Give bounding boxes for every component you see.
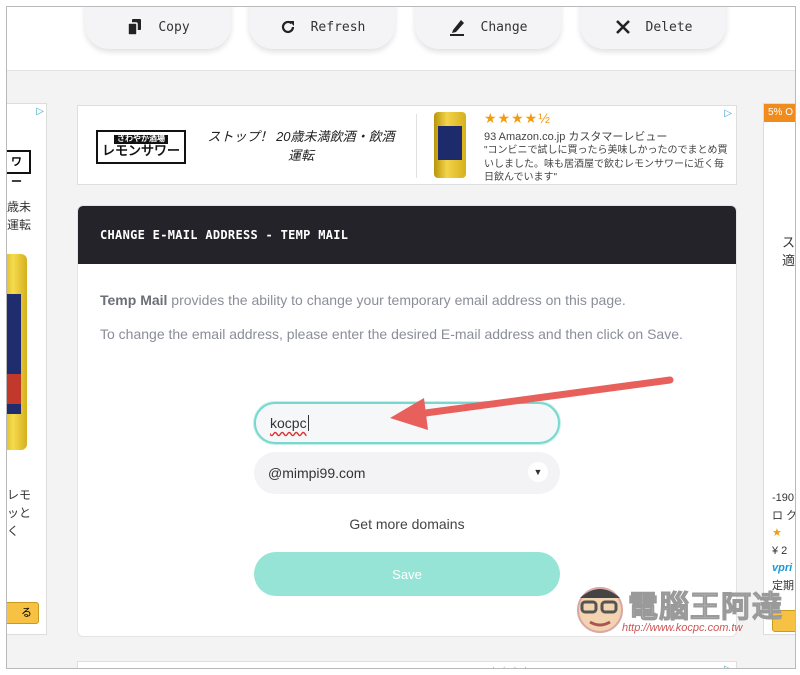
bottom-banner-ad[interactable]: ★★★★ ▷ [77,661,737,668]
adchoices-icon[interactable]: ▷ [724,664,732,668]
copy-icon [126,18,144,36]
change-label: Change [480,19,528,35]
action-toolbar: Copy Refresh Change Delete [7,7,795,71]
pen-icon [449,18,467,36]
side-left-logo: ワー [7,150,31,188]
side-left-can-image [7,254,27,450]
card-body: Temp Mail provides the ability to change… [78,264,736,342]
domain-value: @mimpi99.com [268,465,366,481]
intro-text: Temp Mail provides the ability to change… [100,292,626,308]
side-right-text: ス 適 [782,235,796,269]
side-left-desc: レモ ッと く [7,488,32,538]
adchoices-icon[interactable]: ▷ [36,106,44,117]
refresh-label: Refresh [310,19,366,35]
change-email-card: CHANGE E-MAIL ADDRESS - TEMP MAIL Temp M… [77,205,737,637]
side-left-buy-button[interactable]: る [7,602,39,624]
watermark-title: 電腦王阿達 [628,591,783,625]
bottom-ad-stars: ★★★★ [488,664,531,668]
ad-slogan: ストップ！ 20歳未満飲酒・飲酒運転 [207,129,395,163]
get-more-domains-link[interactable]: Get more domains [254,516,560,532]
ad-product-image [434,112,466,178]
refresh-icon [279,18,297,36]
copy-label: Copy [158,19,190,35]
ad-rating-count: 93 Amazon.co.jp カスタマーレビュー [484,131,668,143]
change-button[interactable]: Change [415,7,561,49]
side-ad-right[interactable]: 5% O ス 適 -190 ロ ク ★ ¥ 2 vpri 定期 [763,103,796,635]
refresh-button[interactable]: Refresh [249,7,395,49]
instruction-text: To change the email address, please ente… [100,326,683,342]
side-ad-left[interactable]: ▷ ワー 歳未 運転 レモ ッと く る [7,103,47,635]
watermark-url: http://www.kocpc.com.tw [622,622,743,634]
browser-frame: Copy Refresh Change Delete ▷ ワー 歳未 運転 レモ… [6,6,796,669]
adchoices-icon[interactable]: ▷ [724,108,732,119]
copy-button[interactable]: Copy [85,7,231,49]
close-icon [614,18,632,36]
username-value: kocpc [270,415,307,431]
mascot-icon [577,587,623,633]
delete-button[interactable]: Delete [580,7,726,49]
ad-brand-logo: さわやか酒場 レモンサワー [96,130,186,164]
chevron-down-icon: ▼ [528,462,548,482]
ad-divider [416,114,417,178]
discount-badge: 5% O [764,104,795,122]
text-cursor [307,415,309,431]
save-button[interactable]: Save [254,552,560,596]
ad-review-text: "コンビニで試しに買ったら美味しかったのでまとめ買いしました。味も居酒屋で飲むレ… [484,145,728,183]
site-watermark: 電腦王阿達 http://www.kocpc.com.tw [570,574,784,640]
username-input[interactable]: kocpc [254,402,560,444]
top-banner-ad[interactable]: さわやか酒場 レモンサワー ストップ！ 20歳未満飲酒・飲酒運転 ★★★★½ 9… [77,105,737,185]
domain-select[interactable]: @mimpi99.com ▼ [254,452,560,494]
card-title: CHANGE E-MAIL ADDRESS - TEMP MAIL [78,206,736,264]
side-left-text: 歳未 運転 [7,200,32,232]
ad-rating-stars: ★★★★½ [484,110,551,126]
delete-label: Delete [645,19,693,35]
